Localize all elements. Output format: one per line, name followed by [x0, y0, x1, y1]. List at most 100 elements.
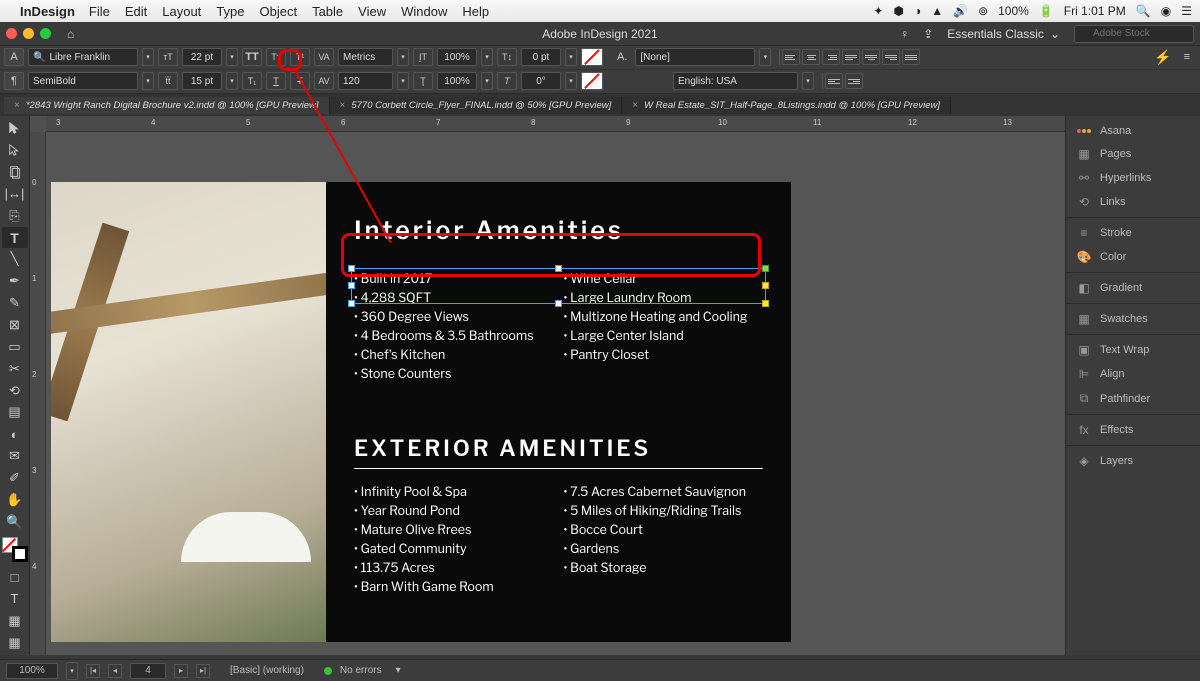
gradient-swatch-tool[interactable]: ▤	[2, 402, 28, 423]
resize-handle[interactable]	[348, 265, 355, 272]
paragraph-mode[interactable]: ¶	[4, 72, 24, 90]
note-tool[interactable]: ✉	[2, 446, 28, 467]
menu-edit[interactable]: Edit	[125, 4, 147, 19]
menu-type[interactable]: Type	[216, 4, 244, 19]
screen-mode[interactable]: ▦	[2, 610, 28, 631]
skew-field[interactable]: 0°	[521, 72, 561, 90]
font-size-field[interactable]: 22 pt	[182, 48, 222, 66]
control-center-icon[interactable]: ☰	[1181, 4, 1192, 18]
hscale-dropdown[interactable]: ▾	[481, 72, 493, 90]
align-towards-spine[interactable]	[825, 73, 843, 89]
page-spread[interactable]: Interior Amenities • Built in 2017 • 4,2…	[51, 182, 791, 642]
all-caps-button[interactable]: TT	[242, 48, 262, 66]
preflight-errors[interactable]: No errors	[340, 665, 382, 676]
char-style-field[interactable]: [None]	[635, 48, 755, 66]
zoom-dropdown[interactable]: ▾	[66, 662, 78, 680]
app-menu[interactable]: InDesign	[20, 4, 75, 19]
pen-tool[interactable]: ✒	[2, 271, 28, 292]
hand-tool[interactable]: ✋	[2, 489, 28, 510]
type-tool[interactable]: T	[2, 227, 28, 248]
line-tool[interactable]: ╲	[2, 249, 28, 270]
menu-view[interactable]: View	[358, 4, 386, 19]
font-style-field[interactable]: SemiBold	[28, 72, 138, 90]
document-canvas[interactable]: 3 4 5 6 7 8 9 10 11 12 13 0 1 2 3 4	[30, 116, 1065, 655]
stroke-swatch[interactable]	[581, 72, 603, 90]
panel-align[interactable]: ⊫Align	[1066, 362, 1200, 386]
vscale-field[interactable]: 100%	[437, 48, 477, 66]
menu-help[interactable]: Help	[462, 4, 489, 19]
preflight-profile[interactable]: [Basic] (working)	[230, 665, 304, 676]
whats-new-icon[interactable]: ♀	[900, 27, 909, 41]
dropbox-icon[interactable]: ⬢	[893, 4, 903, 18]
maximize-window[interactable]	[40, 28, 51, 39]
subscript-button[interactable]: T₁	[242, 72, 262, 90]
stroke-proxy[interactable]	[12, 546, 28, 562]
align-away-spine[interactable]	[845, 73, 863, 89]
menu-layout[interactable]: Layout	[162, 4, 201, 19]
baseline-dropdown[interactable]: ▾	[565, 48, 577, 66]
formatting-text[interactable]: T	[2, 589, 28, 610]
char-style-dropdown[interactable]: ▾	[759, 48, 771, 66]
vertical-ruler[interactable]: 0 1 2 3 4	[30, 132, 46, 655]
skew-dropdown[interactable]: ▾	[565, 72, 577, 90]
preflight-status-icon[interactable]	[324, 667, 332, 675]
panel-stroke[interactable]: ≡Stroke	[1066, 221, 1200, 245]
fill-swatch[interactable]	[581, 48, 603, 66]
panel-pathfinder[interactable]: ⧉Pathfinder	[1066, 386, 1200, 411]
close-window[interactable]	[6, 28, 17, 39]
resize-handle[interactable]	[348, 300, 355, 307]
rectangle-tool[interactable]: ▭	[2, 336, 28, 357]
close-tab-icon[interactable]: ×	[14, 100, 20, 111]
resize-handle[interactable]	[555, 300, 562, 307]
hscale-field[interactable]: 100%	[437, 72, 477, 90]
page-number-field[interactable]: 4	[130, 663, 166, 679]
gap-tool[interactable]: |↔|	[2, 184, 28, 205]
scissors-tool[interactable]: ✂	[2, 358, 28, 379]
page-tool[interactable]	[2, 162, 28, 183]
language-field[interactable]: English: USA	[673, 72, 798, 90]
justify-all-button[interactable]	[902, 49, 920, 65]
panel-links[interactable]: ⟲Links	[1066, 190, 1200, 214]
doc-tab-2[interactable]: ×5770 Corbett Circle_Flyer_FINAL.indd @ …	[330, 97, 623, 114]
small-caps-button[interactable]: Tᴛ	[266, 48, 286, 66]
align-left-button[interactable]	[782, 49, 800, 65]
gpu-icon[interactable]: ⚡	[1154, 49, 1171, 66]
zoom-level-field[interactable]: 100%	[6, 663, 58, 679]
panel-pages[interactable]: ▦Pages	[1066, 142, 1200, 166]
gradient-feather-tool[interactable]: ◐	[2, 424, 28, 445]
font-size-dropdown[interactable]: ▾	[226, 48, 238, 66]
justify-left-button[interactable]	[842, 49, 860, 65]
pasteboard[interactable]: Interior Amenities • Built in 2017 • 4,2…	[46, 132, 1065, 655]
baseline-field[interactable]: 0 pt	[521, 48, 561, 66]
menu-object[interactable]: Object	[260, 4, 298, 19]
content-collector-tool[interactable]: ⎘	[2, 205, 28, 226]
menu-table[interactable]: Table	[312, 4, 343, 19]
panel-layers[interactable]: ◈Layers	[1066, 449, 1200, 473]
strikethrough-button[interactable]: T	[290, 72, 310, 90]
panel-text-wrap[interactable]: ▣Text Wrap	[1066, 338, 1200, 362]
leading-field[interactable]: 15 pt	[182, 72, 222, 90]
selection-tool[interactable]	[2, 118, 28, 139]
panel-color[interactable]: 🎨Color	[1066, 245, 1200, 269]
language-dropdown[interactable]: ▾	[802, 72, 814, 90]
horizontal-ruler[interactable]: 3 4 5 6 7 8 9 10 11 12 13	[46, 116, 1065, 132]
minimize-window[interactable]	[23, 28, 34, 39]
clock-label[interactable]: Fri 1:01 PM	[1064, 4, 1126, 18]
sound-icon[interactable]: 🔊	[953, 4, 968, 18]
tracking-dropdown[interactable]: ▾	[397, 72, 409, 90]
panel-asana[interactable]: Asana	[1066, 120, 1200, 142]
menu-file[interactable]: File	[89, 4, 110, 19]
last-page-button[interactable]: ▸|	[196, 664, 210, 678]
character-mode[interactable]: A	[4, 48, 24, 66]
next-page-button[interactable]: ▸	[174, 664, 188, 678]
close-tab-icon[interactable]: ×	[340, 100, 346, 111]
adobe-icon[interactable]: ▲	[931, 4, 943, 18]
exterior-heading[interactable]: EXTERIOR AMENITIES	[354, 436, 763, 462]
first-page-button[interactable]: |◂	[86, 664, 100, 678]
resize-handle[interactable]	[555, 265, 562, 272]
home-icon[interactable]: ⌂	[67, 27, 74, 41]
resize-handle[interactable]	[762, 300, 769, 307]
doc-tab-3[interactable]: ×W Real Estate_SIT_Half-Page_8Listings.i…	[622, 97, 951, 114]
battery-icon[interactable]: 🔋	[1039, 4, 1054, 18]
out-port-handle[interactable]	[762, 282, 769, 289]
